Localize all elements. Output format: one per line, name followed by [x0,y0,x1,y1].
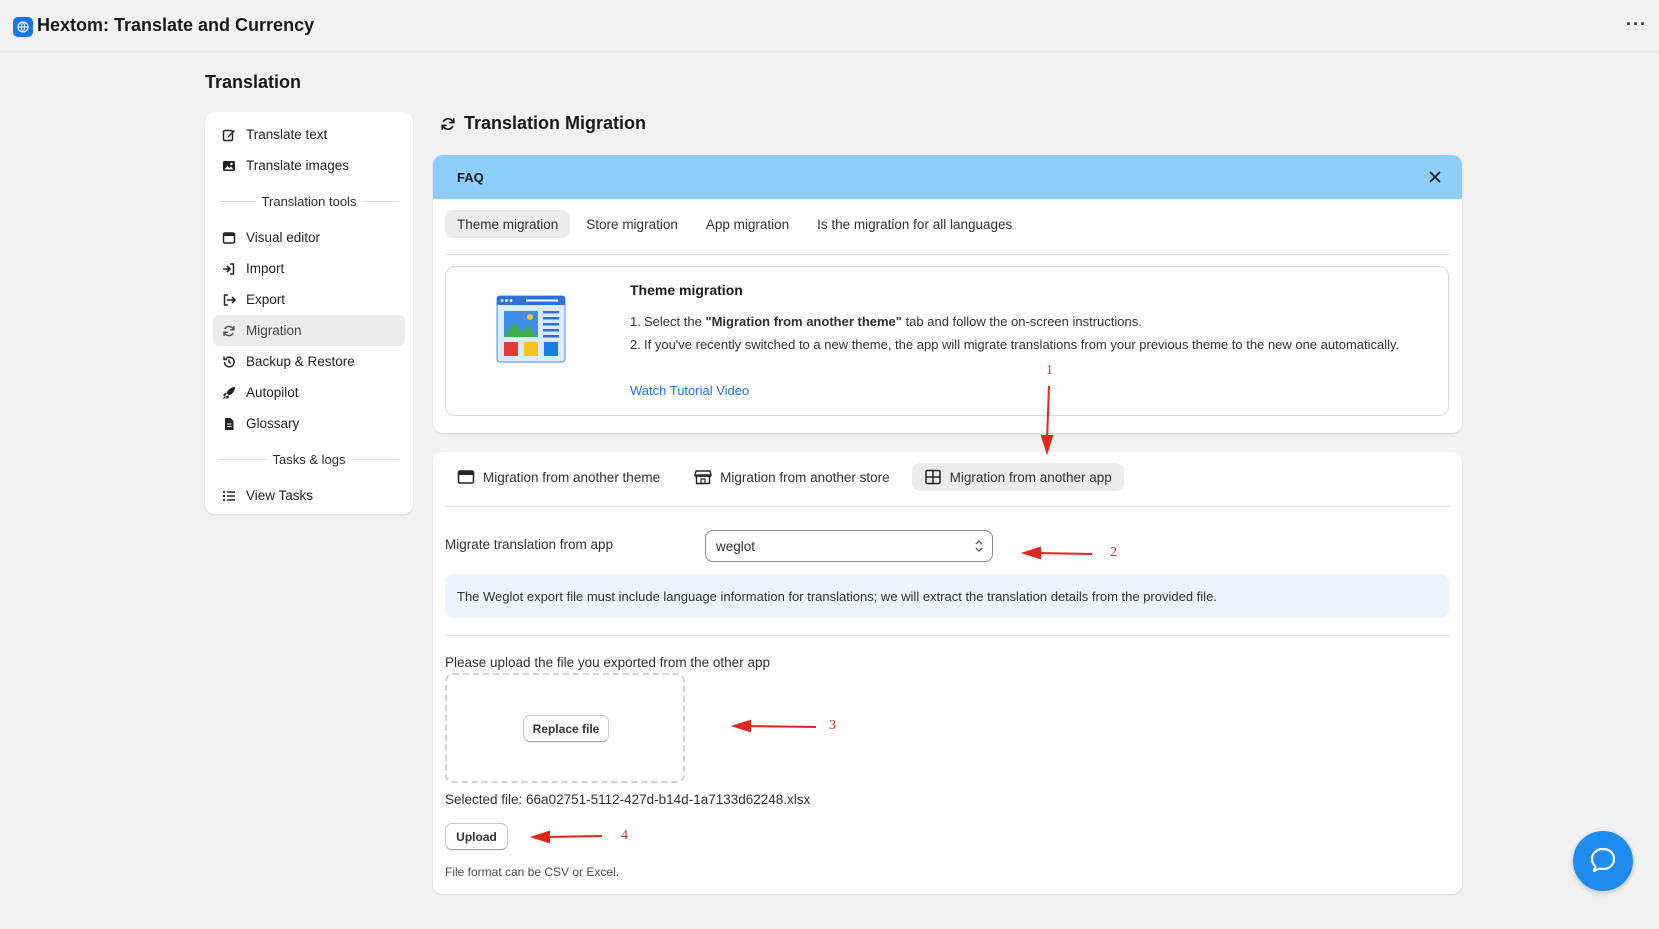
sidebar-item-label: Translate text [246,127,328,142]
divider [445,635,1450,636]
migration-tabs: Migration from another theme Migration f… [445,463,1134,491]
step-text-prefix: Select the [644,314,706,329]
chat-bubble-icon [1588,845,1618,878]
sidebar-item-label: Autopilot [246,385,299,400]
image-icon [222,159,236,173]
sidebar-item-translate-text[interactable]: Translate text [213,119,405,150]
info-banner: The Weglot export file must include lang… [445,574,1449,618]
help-chat-button[interactable] [1573,831,1633,891]
step-text-bold: "Migration from another theme" [705,314,902,329]
export-icon [222,293,236,307]
apps-grid-icon [924,469,942,485]
sidebar-item-migration[interactable]: Migration [213,315,405,346]
close-icon[interactable] [1426,168,1444,186]
select-updown-icon [974,537,984,555]
sidebar-item-backup-restore[interactable]: Backup & Restore [213,346,405,377]
file-format-hint: File format can be CSV or Excel. [445,865,620,879]
select-value: weglot [716,538,756,554]
tab-migration-from-store[interactable]: Migration from another store [682,463,902,491]
sidebar-item-label: Translate images [246,158,350,173]
sidebar-divider-tasks-logs: Tasks & logs [213,439,405,480]
list-icon [222,489,236,503]
sidebar-item-label: Migration [246,323,302,338]
store-icon [694,469,712,485]
faq-header: FAQ [433,155,1462,199]
app-title: Hextom: Translate and Currency [37,15,315,35]
tab-label: Migration from another app [949,469,1112,485]
migration-card: Migration from another theme Migration f… [433,452,1462,894]
sidebar-item-label: Glossary [246,416,300,431]
tab-store-migration[interactable]: Store migration [574,210,690,238]
document-icon [222,417,236,431]
faq-header-label: FAQ [457,169,484,185]
refresh-icon [222,324,236,338]
migrate-from-app-label: Migrate translation from app [445,537,614,552]
sidebar-item-label: Export [246,292,286,307]
tab-theme-migration[interactable]: Theme migration [445,210,571,238]
annotation-number: 1 [1046,363,1053,378]
replace-file-button[interactable]: Replace file [523,715,609,742]
sidebar-item-view-tasks[interactable]: View Tasks [213,480,405,511]
sidebar-item-label: Import [246,261,285,276]
annotation-number: 3 [829,718,836,733]
faq-tabs: Theme migration Store migration App migr… [445,210,1028,238]
faq-heading: Theme migration [630,282,743,298]
tab-label: Migration from another theme [483,469,661,485]
browser-window-illustration-icon [496,295,566,366]
window-icon [222,231,236,245]
section-title-text: Translation Migration [464,113,647,133]
page-title: Translation [205,72,302,92]
sidebar-item-label: Visual editor [246,230,321,245]
sidebar-item-label: View Tasks [246,488,314,503]
upload-label: Please upload the file you exported from… [445,655,770,670]
sidebar-item-import[interactable]: Import [213,253,405,284]
edit-icon [222,128,236,142]
sidebar-divider-translation-tools: Translation tools [213,181,405,222]
sidebar-item-export[interactable]: Export [213,284,405,315]
upload-button[interactable]: Upload [445,823,508,850]
sidebar-item-translate-images[interactable]: Translate images [213,150,405,181]
app-logo-icon [13,17,33,37]
annotation-number: 2 [1110,545,1117,560]
top-bar: Hextom: Translate and Currency ··· [0,0,1659,52]
list-item: 1. Select the "Migration from another the… [630,312,1410,332]
step-text-suffix: tab and follow the on-screen instruction… [901,314,1142,329]
watch-tutorial-link[interactable]: Watch Tutorial Video [630,383,749,398]
migrate-from-app-select[interactable]: weglot [705,530,993,562]
faq-card: FAQ Theme migration Store migration App … [433,155,1462,433]
divider [445,506,1450,507]
refresh-icon [440,116,456,132]
tab-app-migration[interactable]: App migration [694,210,801,238]
faq-steps-list: 1. Select the "Migration from another the… [630,312,1410,358]
step-number: 2. [630,337,641,352]
history-icon [222,355,236,369]
selected-file-text: Selected file: 66a02751-5112-427d-b14d-1… [445,792,811,807]
tab-all-languages[interactable]: Is the migration for all languages [805,210,1024,238]
faq-content-box: Theme migration 1. Select the "Migration … [445,266,1449,416]
window-icon [457,469,475,485]
sidebar: Translate text Translate images Translat… [205,112,413,514]
step-text: If you've recently switched to a new the… [644,337,1400,352]
tab-label: Migration from another store [720,469,890,485]
sidebar-item-label: Backup & Restore [246,354,355,369]
more-actions-button[interactable]: ··· [1626,14,1647,35]
tab-migration-from-app[interactable]: Migration from another app [911,463,1124,491]
import-icon [222,262,236,276]
divider [445,254,1450,255]
sidebar-item-autopilot[interactable]: Autopilot [213,377,405,408]
sidebar-item-visual-editor[interactable]: Visual editor [213,222,405,253]
list-item: 2. If you've recently switched to a new t… [630,335,1410,355]
annotation-number: 4 [621,828,628,843]
rocket-icon [222,386,236,400]
file-dropzone[interactable]: Replace file [445,673,685,783]
step-number: 1. [630,314,641,329]
section-title: Translation Migration [440,113,646,134]
sidebar-item-glossary[interactable]: Glossary [213,408,405,439]
tab-migration-from-theme[interactable]: Migration from another theme [445,463,672,491]
